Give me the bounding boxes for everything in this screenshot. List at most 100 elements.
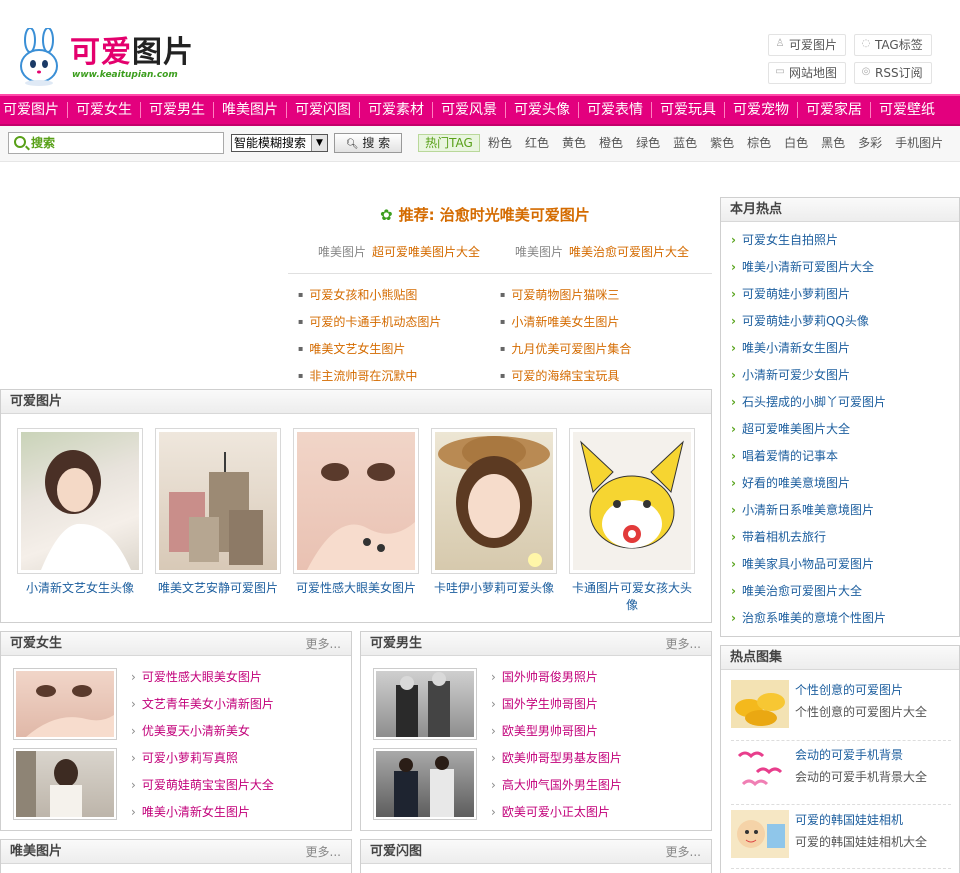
nav-item-toys[interactable]: 可爱玩具 <box>657 96 719 124</box>
sidebar-item[interactable]: 小清新可爱少女图片 <box>731 367 850 383</box>
hot-tag-orange[interactable]: 橙色 <box>599 135 623 151</box>
cute-boys-title[interactable]: 可爱男生 <box>370 636 422 651</box>
hot-tag-green[interactable]: 绿色 <box>636 135 660 151</box>
candles-photo-image[interactable] <box>159 432 277 570</box>
nav-item-cute-girls[interactable]: 可爱女生 <box>73 96 135 124</box>
girl-thumb-image[interactable] <box>16 751 114 817</box>
list-item[interactable]: 国外帅哥俊男照片 <box>491 669 598 685</box>
nav-item-wallpaper[interactable]: 可爱壁纸 <box>876 96 938 124</box>
sidebar-item[interactable]: 超可爱唯美图片大全 <box>731 421 850 437</box>
sidebar-item[interactable]: 唯美家具小物品可爱图片 <box>731 556 874 572</box>
recommend-link[interactable]: 可爱萌物图片猫咪三 <box>500 287 619 305</box>
sidebar-item[interactable]: 唯美小清新女生图片 <box>731 340 850 356</box>
cute-pics-header[interactable]: 可爱图片 <box>1 390 711 414</box>
recommend-link[interactable]: 唯美文艺女生图片 <box>298 341 405 359</box>
list-item[interactable]: 优美夏天小清新美女 <box>131 723 250 739</box>
nav-item-cute-boys[interactable]: 可爱男生 <box>146 96 208 124</box>
hot-tag-yellow[interactable]: 黄色 <box>562 135 586 151</box>
hot-tag-black[interactable]: 黑色 <box>821 135 845 151</box>
image-tile-caption[interactable]: 卡哇伊小萝莉可爱头像 <box>431 580 557 597</box>
recommend-link[interactable]: 可爱女孩和小熊贴图 <box>298 287 417 305</box>
list-item[interactable]: 欧美型男帅哥图片 <box>491 723 598 739</box>
atlas-thumb-image[interactable] <box>731 810 789 858</box>
search-input[interactable]: 搜索 <box>8 132 224 154</box>
list-item[interactable]: 欧美可爱小正太图片 <box>491 804 610 820</box>
list-item[interactable]: 可爱小萝莉写真照 <box>131 750 238 766</box>
recommend-title[interactable]: ✿ 推荐: 治愈时光唯美可爱图片 <box>380 205 590 225</box>
boy-thumb-image[interactable] <box>376 671 474 737</box>
list-item[interactable]: 高大帅气国外男生图片 <box>491 777 622 793</box>
list-item[interactable]: 国外学生帅哥图片 <box>491 696 598 712</box>
cute-girls-title[interactable]: 可爱女生 <box>10 636 62 651</box>
top-link-rss[interactable]: ◎ RSS订阅 <box>854 62 932 84</box>
list-item[interactable]: 可爱性感大眼美女图片 <box>131 669 262 685</box>
list-item[interactable]: 唯美小清新女生图片 <box>131 804 250 820</box>
recommend-link[interactable]: 可爱的海绵宝宝玩具 <box>500 368 619 386</box>
nav-item-flash[interactable]: 可爱闪图 <box>292 96 354 124</box>
nav-item-aesthetic[interactable]: 唯美图片 <box>219 96 281 124</box>
list-item[interactable]: 文艺青年美女小清新图片 <box>131 696 274 712</box>
image-tile[interactable]: 小清新文艺女生头像 <box>17 428 143 597</box>
nav-item-material[interactable]: 可爱素材 <box>365 96 427 124</box>
sidebar-item[interactable]: 小清新日系唯美意境图片 <box>731 502 874 518</box>
nav-item-avatar[interactable]: 可爱头像 <box>511 96 573 124</box>
hat-girl-photo-image[interactable] <box>435 432 553 570</box>
hot-tag-mobile[interactable]: 手机图片 <box>895 135 943 151</box>
eyes-nails-photo-image[interactable] <box>297 432 415 570</box>
girl-thumb[interactable] <box>13 668 117 740</box>
nav-item-scenery[interactable]: 可爱风景 <box>438 96 500 124</box>
list-item[interactable]: 欧美帅哥型男基友图片 <box>491 750 622 766</box>
nav-item-home[interactable]: 可爱家居 <box>803 96 865 124</box>
sidebar-item[interactable]: 唯美治愈可爱图片大全 <box>731 583 862 599</box>
girl-thumb[interactable] <box>13 748 117 820</box>
hot-tag-pink[interactable]: 粉色 <box>488 135 512 151</box>
atlas-thumb-image[interactable] <box>731 746 789 794</box>
nav-item-cute-pics[interactable]: 可爱图片 <box>0 96 62 124</box>
sidebar-item[interactable]: 唯美小清新可爱图片大全 <box>731 259 874 275</box>
more-link[interactable]: 更多... <box>666 840 701 864</box>
boy-thumb-image[interactable] <box>376 751 474 817</box>
hot-tag-purple[interactable]: 紫色 <box>710 135 734 151</box>
sidebar-item[interactable]: 带着相机去旅行 <box>731 529 826 545</box>
sidebar-item[interactable]: 可爱萌娃小萝莉图片 <box>731 286 850 302</box>
sidebar-item[interactable]: 可爱女生自拍照片 <box>731 232 838 248</box>
image-tile[interactable]: 卡哇伊小萝莉可爱头像 <box>431 428 557 597</box>
more-link[interactable]: 更多... <box>306 632 341 656</box>
image-tile-caption[interactable]: 卡通图片可爱女孩大头像 <box>569 580 695 614</box>
recommend-link[interactable]: 小清新唯美女生图片 <box>500 314 619 332</box>
nav-item-emoji[interactable]: 可爱表情 <box>584 96 646 124</box>
search-button[interactable]: 🔍︎ 搜 索 <box>334 133 402 153</box>
hot-tag-white[interactable]: 白色 <box>784 135 808 151</box>
image-tile[interactable]: 可爱性感大眼美女图片 <box>293 428 419 597</box>
recommend-link[interactable]: 九月优美可爱图片集合 <box>500 341 631 359</box>
top-link-cute-pics[interactable]: ♙ 可爱图片 <box>768 34 846 56</box>
hot-tag-blue[interactable]: 蓝色 <box>673 135 697 151</box>
recommend-link[interactable]: 可爱的卡通手机动态图片 <box>298 314 441 332</box>
boy-thumb[interactable] <box>373 668 477 740</box>
sidebar-item[interactable]: 唱着爱情的记事本 <box>731 448 838 464</box>
search-mode-select[interactable]: 智能模糊搜索 ▼ <box>231 134 328 152</box>
image-tile[interactable]: 唯美文艺安静可爱图片 <box>155 428 281 597</box>
recommend-pair-category[interactable]: 唯美图片 <box>318 245 366 259</box>
hot-tag-multicolor[interactable]: 多彩 <box>858 135 882 151</box>
boy-thumb[interactable] <box>373 748 477 820</box>
top-link-tags[interactable]: ◌ TAG标签 <box>854 34 932 56</box>
atlas-title[interactable]: 会动的可爱手机背景 <box>795 747 903 763</box>
atlas-title[interactable]: 可爱的韩国娃娃相机 <box>795 812 903 828</box>
flash-pics-title[interactable]: 可爱闪图 <box>370 844 422 859</box>
aesthetic-pics-title[interactable]: 唯美图片 <box>10 844 62 859</box>
hot-tag-brown[interactable]: 棕色 <box>747 135 771 151</box>
recommend-pair-link[interactable]: 唯美治愈可爱图片大全 <box>569 245 689 259</box>
logo-wordmark[interactable]: 可爱图片 <box>70 36 194 70</box>
sidebar-item[interactable]: 可爱萌娃小萝莉QQ头像 <box>731 313 869 329</box>
list-item[interactable]: 可爱萌娃萌宝宝图片大全 <box>131 777 274 793</box>
recommend-pair-link[interactable]: 超可爱唯美图片大全 <box>372 245 480 259</box>
top-link-sitemap[interactable]: ▭ 网站地图 <box>768 62 846 84</box>
sidebar-item[interactable]: 治愈系唯美的意境个性图片 <box>731 610 886 626</box>
image-tile-caption[interactable]: 可爱性感大眼美女图片 <box>293 580 419 597</box>
atlas-thumb-image[interactable] <box>731 680 789 728</box>
sidebar-item[interactable]: 好看的唯美意境图片 <box>731 475 850 491</box>
image-tile[interactable]: 卡通图片可爱女孩大头像 <box>569 428 695 614</box>
more-link[interactable]: 更多... <box>666 632 701 656</box>
nav-item-pets[interactable]: 可爱宠物 <box>730 96 792 124</box>
